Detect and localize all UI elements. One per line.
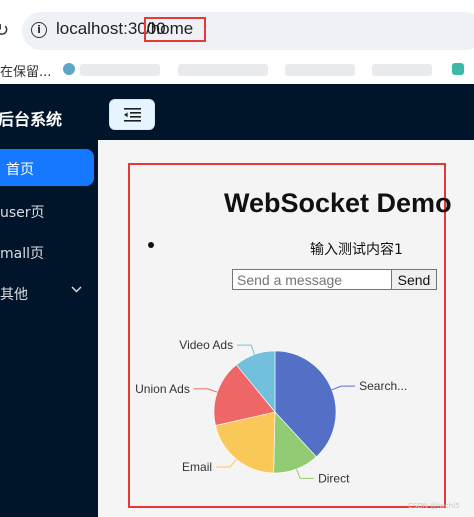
- pie-slice-label: Search...: [359, 379, 407, 393]
- bookmark-item-blurred[interactable]: [285, 64, 355, 76]
- pie-slice-label: Email: [182, 460, 212, 474]
- pie-label-line: [331, 385, 356, 391]
- pie-label-line: [296, 468, 315, 479]
- bookmark-item[interactable]: 在保留...: [0, 61, 51, 80]
- sidebar-item-label: user页: [0, 205, 45, 221]
- pie-slice-label: Video Ads: [179, 338, 233, 352]
- pie-label-line: [237, 344, 255, 355]
- message-list-item: 输入测试内容1: [310, 242, 403, 258]
- sidebar-item-other[interactable]: 其他: [0, 274, 94, 311]
- brand-title: 后台系统: [0, 110, 63, 129]
- bookmark-favicon-icon: [452, 63, 464, 75]
- menu-fold-icon: [124, 108, 141, 122]
- bookmark-item-blurred[interactable]: [178, 64, 268, 76]
- url-path-highlight: [144, 17, 206, 42]
- sidebar-item-label: mall页: [0, 246, 44, 262]
- send-button[interactable]: Send: [391, 269, 437, 290]
- bookmark-item-blurred[interactable]: [80, 64, 160, 76]
- pie-label-line: [193, 388, 218, 393]
- bookmarks-bar: 在保留...: [0, 54, 474, 84]
- pie-chart: Search... Direct Email Union Ads Video Ads: [135, 338, 407, 485]
- bookmark-item-blurred[interactable]: [372, 64, 432, 76]
- chevron-down-icon: [71, 286, 82, 293]
- sidebar-item-user[interactable]: user页: [0, 192, 94, 229]
- message-input[interactable]: [232, 269, 392, 290]
- sidebar-item-mall[interactable]: mall页: [0, 233, 94, 270]
- app-header: [0, 84, 474, 140]
- sidebar-item-label: 其他: [0, 287, 28, 303]
- sidebar-item-home[interactable]: 首页: [0, 149, 94, 186]
- site-info-icon[interactable]: i: [31, 22, 47, 38]
- pie-slice-label: Direct: [318, 471, 350, 485]
- watermark: CSDN @lwchi5: [408, 502, 460, 510]
- pie-label-line: [216, 458, 237, 468]
- pie-slice-label: Union Ads: [135, 382, 190, 396]
- list-bullet: [148, 242, 154, 248]
- menu-collapse-button[interactable]: [109, 99, 155, 130]
- sidebar-item-label: 首页: [6, 162, 34, 178]
- bookmark-favicon-icon: [63, 63, 75, 75]
- page-title: WebSocket Demo: [224, 188, 452, 218]
- reload-icon[interactable]: ↻: [0, 20, 9, 41]
